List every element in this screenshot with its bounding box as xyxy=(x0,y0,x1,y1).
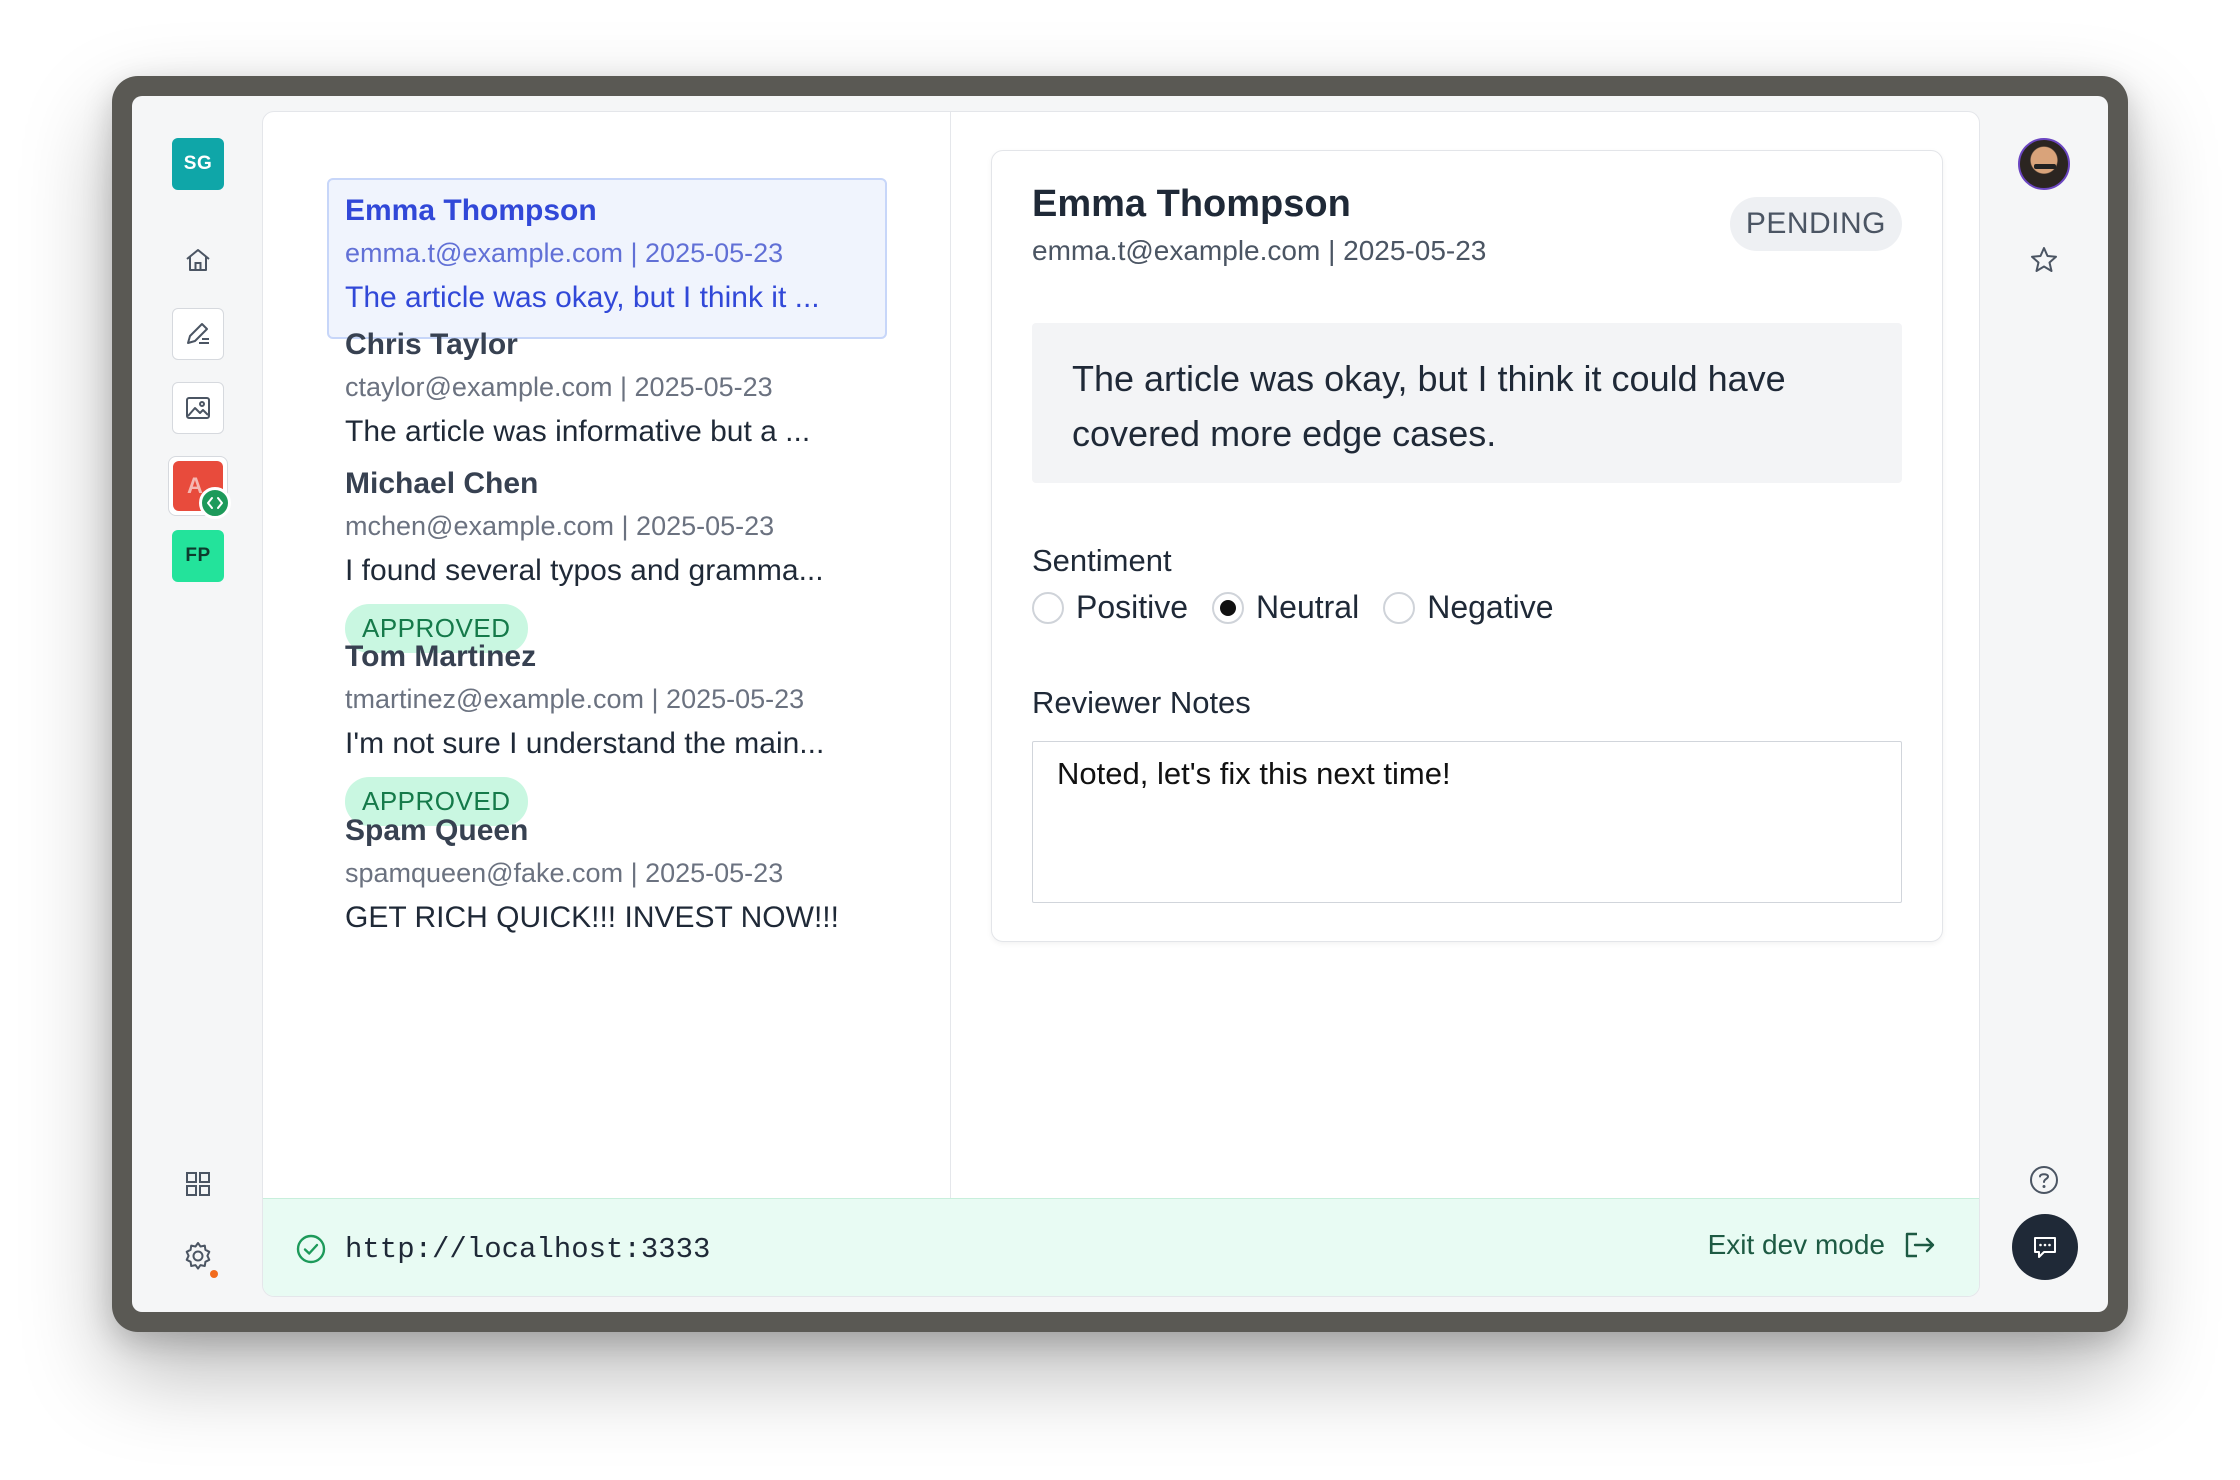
feedback-email: emma.t@example.com xyxy=(345,238,623,268)
image-icon xyxy=(183,393,213,423)
media-button[interactable] xyxy=(172,382,224,434)
feedback-date: 2025-05-23 xyxy=(666,684,805,714)
chat-icon xyxy=(2034,1237,2056,1258)
feedback-meta: emma.t@example.com | 2025-05-23 xyxy=(345,238,869,269)
feedback-author: Chris Taylor xyxy=(345,328,518,361)
notification-dot xyxy=(210,1270,218,1278)
home-button[interactable] xyxy=(172,234,224,286)
detail-name: Emma Thompson xyxy=(1032,183,1351,225)
sentiment-option-neutral[interactable]: Neutral xyxy=(1212,589,1359,626)
fp-app-tile[interactable]: FP xyxy=(172,530,224,582)
edit-pen-icon xyxy=(183,319,213,349)
feedback-author: Michael Chen xyxy=(345,467,539,500)
radio-label: Negative xyxy=(1427,589,1554,625)
chat-button[interactable] xyxy=(2012,1214,2078,1280)
workspace-tile[interactable]: SG xyxy=(172,138,224,190)
feedback-snippet: The article was informative but a ... xyxy=(345,415,811,448)
radio-button[interactable] xyxy=(1383,591,1416,624)
settings-button[interactable] xyxy=(172,1230,224,1282)
radio-button[interactable] xyxy=(1212,591,1245,624)
app-window: SG A FP Emma Thompson emma.t@example.com | … xyxy=(132,96,2108,1312)
feedback-author: Tom Martinez xyxy=(345,640,537,673)
feedback-meta: mchen@example.com | 2025-05-23 xyxy=(345,511,869,542)
dev-mode-bar: http://localhost:3333 Exit dev mode xyxy=(263,1198,1979,1296)
feedback-snippet: GET RICH QUICK!!! INVEST NOW!!! xyxy=(345,901,839,934)
logout-icon xyxy=(1903,1230,1937,1260)
feedback-email: mchen@example.com xyxy=(345,511,615,541)
feedback-snippet: The article was okay, but I think it ... xyxy=(345,281,820,314)
feedback-date: 2025-05-23 xyxy=(636,511,775,541)
meta-separator: | xyxy=(614,511,637,541)
meta-separator: | xyxy=(623,858,646,888)
exit-label: Exit dev mode xyxy=(1707,1229,1885,1260)
active-app-button[interactable]: A xyxy=(168,456,231,519)
fp-initials: FP xyxy=(185,545,211,566)
feedback-meta: spamqueen@fake.com | 2025-05-23 xyxy=(345,858,869,889)
main-panel: Emma Thompson emma.t@example.com | 2025-0… xyxy=(262,111,1980,1297)
apps-grid-button[interactable] xyxy=(172,1158,224,1210)
sentiment-radio-group: Positive Neutral Negative xyxy=(1032,589,1578,626)
feedback-list: Emma Thompson emma.t@example.com | 2025-0… xyxy=(263,112,951,1198)
detail-meta: emma.t@example.com | 2025-05-23 xyxy=(1032,235,1486,267)
feedback-author: Spam Queen xyxy=(345,814,529,847)
feedback-date: 2025-05-23 xyxy=(634,372,773,402)
dev-url: http://localhost:3333 xyxy=(345,1233,711,1266)
feedback-snippet: I'm not sure I understand the main... xyxy=(345,727,825,760)
sentiment-option-negative[interactable]: Negative xyxy=(1383,589,1554,626)
radio-label: Positive xyxy=(1076,589,1189,625)
gear-icon xyxy=(182,1240,214,1272)
avatar xyxy=(2018,138,2070,190)
meta-separator: | xyxy=(612,372,635,402)
check-circle-icon xyxy=(295,1233,327,1270)
status-badge: PENDING xyxy=(1729,197,1902,251)
sentiment-label: Sentiment xyxy=(1032,543,1172,578)
radio-label: Neutral xyxy=(1256,589,1360,625)
notes-label: Reviewer Notes xyxy=(1032,685,1251,720)
meta-separator: | xyxy=(623,238,646,268)
feedback-list-item[interactable]: Chris Taylor ctaylor@example.com | 2025-0… xyxy=(327,312,887,465)
feedback-snippet: I found several typos and gramma... xyxy=(345,554,824,587)
reviewer-notes-field[interactable] xyxy=(1032,741,1902,903)
grid-icon xyxy=(183,1169,213,1199)
feedback-meta: tmartinez@example.com | 2025-05-23 xyxy=(345,684,869,715)
feedback-meta: ctaylor@example.com | 2025-05-23 xyxy=(345,372,869,403)
meta-separator: | xyxy=(644,684,667,714)
feedback-date: 2025-05-23 xyxy=(645,238,784,268)
code-badge-icon xyxy=(199,487,231,519)
star-icon[interactable] xyxy=(2026,242,2062,278)
feedback-date: 2025-05-23 xyxy=(645,858,784,888)
feedback-detail: Emma Thompson emma.t@example.com | 2025-… xyxy=(991,150,1943,942)
editor-button[interactable] xyxy=(172,308,224,360)
workspace-initials: SG xyxy=(183,153,213,174)
feedback-email: spamqueen@fake.com xyxy=(345,858,624,888)
help-icon[interactable] xyxy=(2026,1162,2062,1198)
meta-separator: | xyxy=(1320,235,1344,266)
detail-email: emma.t@example.com xyxy=(1032,235,1321,266)
feedback-list-item[interactable]: Spam Queen spamqueen@fake.com | 2025-05-2… xyxy=(327,798,887,951)
comment-text: The article was okay, but I think it cou… xyxy=(1032,323,1902,483)
feedback-email: tmartinez@example.com xyxy=(345,684,645,714)
radio-button[interactable] xyxy=(1032,591,1064,624)
exit-dev-mode-button[interactable]: Exit dev mode xyxy=(1708,1229,1937,1261)
detail-date: 2025-05-23 xyxy=(1343,235,1487,266)
feedback-author: Emma Thompson xyxy=(345,194,597,227)
user-avatar[interactable] xyxy=(2018,138,2070,190)
feedback-email: ctaylor@example.com xyxy=(345,372,613,402)
home-icon xyxy=(183,245,213,275)
sentiment-option-positive[interactable]: Positive xyxy=(1032,589,1188,626)
